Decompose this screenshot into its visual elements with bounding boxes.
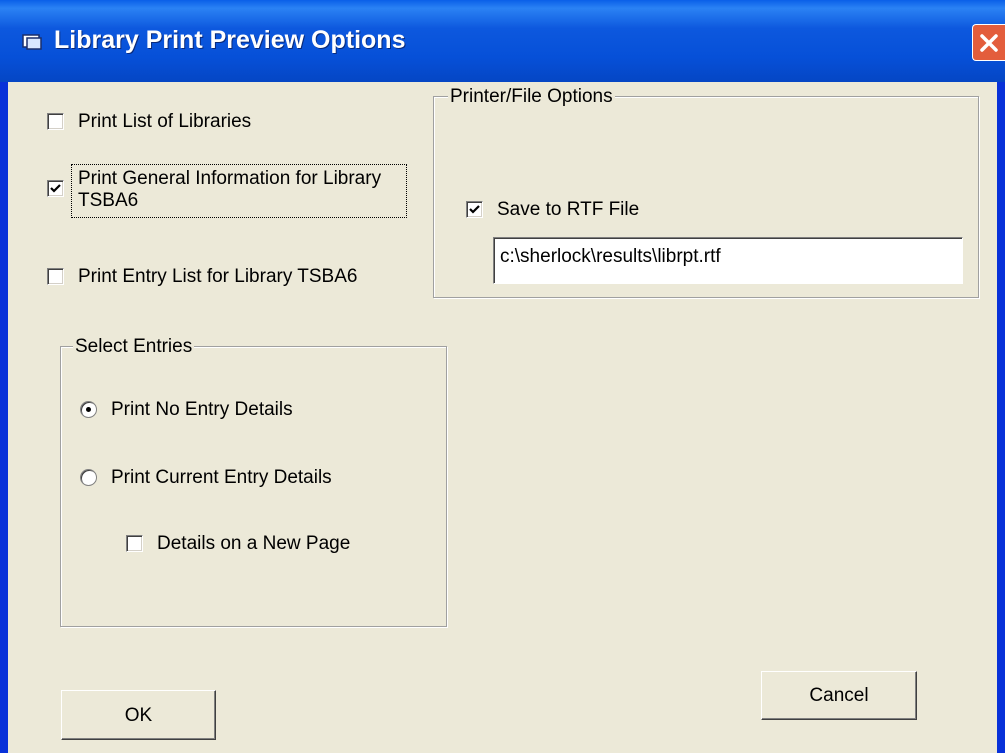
window-frame-right	[997, 82, 1005, 753]
list-libraries-label: Print List of Libraries	[78, 111, 252, 132]
file-path-input[interactable]: c:\sherlock\results\librpt.rtf	[493, 237, 963, 284]
checkmark-icon	[50, 184, 61, 193]
list-libraries-checkbox[interactable]	[47, 113, 64, 130]
dialog-window: Library Print Preview Options Print List…	[0, 0, 1005, 753]
checkmark-icon	[469, 205, 480, 214]
close-button[interactable]	[972, 24, 1005, 61]
entry-list-label: Print Entry List for Library TSBA6	[78, 266, 358, 287]
window-frame-left	[0, 82, 8, 753]
entry-list-checkbox[interactable]	[47, 268, 64, 285]
select-entries-title: Select Entries	[73, 336, 195, 358]
ok-button[interactable]: OK	[61, 690, 216, 740]
new-page-label: Details on a New Page	[157, 533, 351, 554]
new-page-checkbox[interactable]	[126, 535, 143, 552]
save-rtf-checkbox[interactable]	[466, 201, 483, 218]
printer-file-title: Printer/File Options	[448, 86, 615, 108]
window-icon	[22, 34, 42, 50]
close-icon	[980, 34, 998, 52]
window-title: Library Print Preview Options	[54, 26, 406, 54]
general-info-label-line2: TSBA6	[78, 190, 139, 211]
title-bar[interactable]: Library Print Preview Options	[0, 0, 1005, 82]
current-details-radio[interactable]	[80, 469, 97, 486]
radio-dot	[86, 407, 91, 412]
general-info-label-line1: Print General Information for Library	[78, 168, 382, 189]
no-details-label: Print No Entry Details	[111, 399, 293, 420]
general-info-checkbox[interactable]	[47, 180, 64, 197]
no-details-radio[interactable]	[80, 401, 97, 418]
save-rtf-label: Save to RTF File	[497, 199, 640, 220]
current-details-label: Print Current Entry Details	[111, 467, 332, 488]
cancel-button[interactable]: Cancel	[761, 671, 917, 720]
